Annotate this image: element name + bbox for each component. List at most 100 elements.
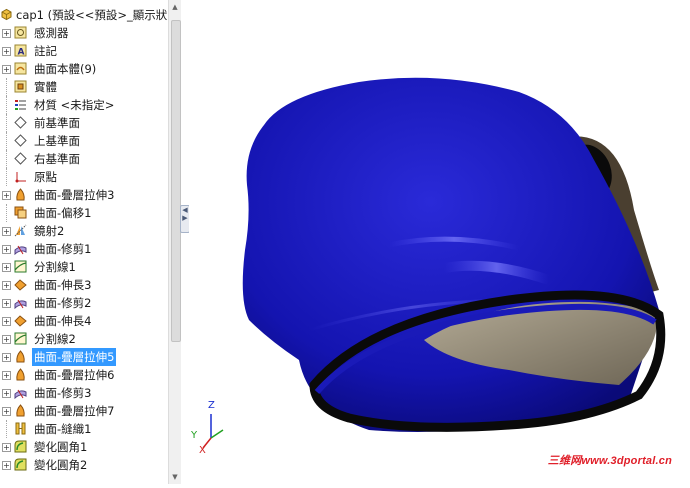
- model-render: [202, 77, 666, 449]
- tree-item-label: 前基準面: [34, 116, 80, 130]
- surface-loft-icon: [14, 350, 27, 363]
- tree-item-label: 曲面-修剪3: [34, 386, 92, 400]
- expand-toggle-icon[interactable]: +: [2, 353, 11, 362]
- tree-item-label: 曲面-伸長3: [34, 278, 92, 292]
- surface-loft-icon: [14, 368, 27, 381]
- surface-trim-icon: [14, 386, 27, 400]
- tree-item[interactable]: 材質 <未指定>: [0, 96, 168, 114]
- tree-item[interactable]: + 變化圓角2: [0, 456, 168, 474]
- surface-trim-icon: [14, 296, 27, 310]
- tree-item[interactable]: + 曲面-修剪2: [0, 294, 168, 312]
- scroll-up-arrow-icon[interactable]: ▲: [169, 0, 181, 14]
- tree-item-label: 曲面-疊層拉伸5: [32, 348, 117, 366]
- expand-toggle-icon[interactable]: +: [2, 191, 11, 200]
- tree-item[interactable]: 曲面-偏移1: [0, 204, 168, 222]
- tree-item[interactable]: + 曲面-修剪1: [0, 240, 168, 258]
- tree-item-label: 分割線2: [34, 332, 76, 346]
- orientation-triad: [202, 414, 224, 449]
- tree-item[interactable]: + 分割線1: [0, 258, 168, 276]
- plane-icon: [14, 116, 27, 129]
- expand-toggle-icon[interactable]: +: [2, 371, 11, 380]
- tree-item-label: 原點: [34, 170, 57, 184]
- tree-item-label: 曲面-修剪1: [34, 242, 92, 256]
- tree-item-label: 右基準面: [34, 152, 80, 166]
- scroll-down-arrow-icon[interactable]: ▼: [169, 470, 181, 484]
- tree-item[interactable]: + 曲面-疊層拉伸7: [0, 402, 168, 420]
- tree-item[interactable]: + 曲面-疊層拉伸6: [0, 366, 168, 384]
- variable-fillet-icon: [14, 440, 27, 453]
- splitter-left-arrow-icon: ◀: [182, 206, 188, 214]
- tree-item-label: 曲面-縫織1: [34, 422, 92, 436]
- tree-item[interactable]: 實體: [0, 78, 168, 96]
- tree-item-label: 上基準面: [34, 134, 80, 148]
- graphics-viewport[interactable]: Z Y X: [189, 0, 690, 484]
- expand-toggle-icon[interactable]: +: [2, 281, 11, 290]
- scrollbar-thumb[interactable]: [171, 20, 181, 342]
- expand-toggle-icon[interactable]: +: [2, 389, 11, 398]
- split-line-icon: [14, 332, 27, 345]
- tree-item[interactable]: + 曲面本體(9): [0, 60, 168, 78]
- expand-toggle-icon[interactable]: +: [2, 407, 11, 416]
- surface-bodies-icon: [14, 62, 27, 75]
- surface-loft-icon: [14, 404, 27, 417]
- tree-item-label: 實體: [34, 80, 57, 94]
- tree-root-label: cap1 (預設<<預設>_顯示狀: [16, 8, 168, 22]
- tree-item-label: 曲面-疊層拉伸3: [34, 188, 115, 202]
- tree-item[interactable]: + 曲面-修剪3: [0, 384, 168, 402]
- splitter-right-arrow-icon: ▶: [182, 214, 188, 222]
- tree-item[interactable]: + 曲面-伸長3: [0, 276, 168, 294]
- watermark-text: 三维网www.3dportal.cn: [547, 455, 672, 467]
- tree-item[interactable]: + 變化圓角1: [0, 438, 168, 456]
- expand-toggle-icon[interactable]: +: [2, 299, 11, 308]
- tree-item-label: 鏡射2: [34, 224, 65, 238]
- solid-bodies-icon: [14, 80, 27, 93]
- plane-icon: [14, 152, 27, 165]
- tree-item-label: 變化圓角1: [34, 440, 88, 454]
- tree-item-label: 曲面本體(9): [34, 62, 97, 76]
- expand-toggle-icon[interactable]: +: [2, 47, 11, 56]
- surface-trim-icon: [14, 242, 27, 256]
- tree-item-label: 分割線1: [34, 260, 76, 274]
- tree-item[interactable]: 原點: [0, 168, 168, 186]
- expand-toggle-icon[interactable]: +: [2, 245, 11, 254]
- tree-item-label: 曲面-偏移1: [34, 206, 92, 220]
- tree-item[interactable]: 上基準面: [0, 132, 168, 150]
- feature-manager-tree: cap1 (預設<<預設>_顯示狀 + 感測器 + A 註記 + 曲面本體(9) 實體 材質 <…: [0, 0, 181, 484]
- variable-fillet-icon: [14, 458, 27, 471]
- mirror-icon: [14, 224, 27, 237]
- tree-item[interactable]: + 曲面-伸長4: [0, 312, 168, 330]
- expand-toggle-icon[interactable]: +: [2, 335, 11, 344]
- tree-item[interactable]: + 曲面-疊層拉伸5: [0, 348, 168, 366]
- expand-toggle-icon[interactable]: +: [2, 461, 11, 470]
- expand-toggle-icon[interactable]: +: [2, 65, 11, 74]
- surface-offset-icon: [14, 206, 27, 219]
- tree-item[interactable]: + 分割線2: [0, 330, 168, 348]
- surface-knit-icon: [14, 422, 27, 435]
- tree-item[interactable]: + 感測器: [0, 24, 168, 42]
- expand-toggle-icon[interactable]: +: [2, 443, 11, 452]
- expand-toggle-icon[interactable]: +: [2, 263, 11, 272]
- tree-scrollbar[interactable]: ▲ ▼: [168, 0, 181, 484]
- expand-toggle-icon[interactable]: +: [2, 29, 11, 38]
- split-line-icon: [14, 260, 27, 273]
- tree-item[interactable]: + A 註記: [0, 42, 168, 60]
- tree-item-label: 變化圓角2: [34, 458, 88, 472]
- expand-toggle-icon[interactable]: +: [2, 227, 11, 236]
- tree-item[interactable]: + 鏡射2: [0, 222, 168, 240]
- plane-icon: [14, 134, 27, 147]
- part-icon: [0, 8, 13, 21]
- annotation-icon: A: [14, 44, 27, 58]
- tree-item[interactable]: 曲面-縫織1: [0, 420, 168, 438]
- tree-item[interactable]: 前基準面: [0, 114, 168, 132]
- origin-icon: [14, 170, 27, 183]
- tree-item-label: 材質 <未指定>: [34, 98, 115, 112]
- tree-item-label: 註記: [34, 44, 57, 58]
- tree-item[interactable]: + 曲面-疊層拉伸3: [0, 186, 168, 204]
- sensor-icon: [14, 26, 27, 39]
- tree-root-part[interactable]: cap1 (預設<<預設>_顯示狀: [0, 6, 168, 24]
- triad-x-label: X: [199, 445, 206, 456]
- tree-item[interactable]: 右基準面: [0, 150, 168, 168]
- tree-item-label: 曲面-修剪2: [34, 296, 92, 310]
- expand-toggle-icon[interactable]: +: [2, 317, 11, 326]
- surface-loft-icon: [14, 188, 27, 201]
